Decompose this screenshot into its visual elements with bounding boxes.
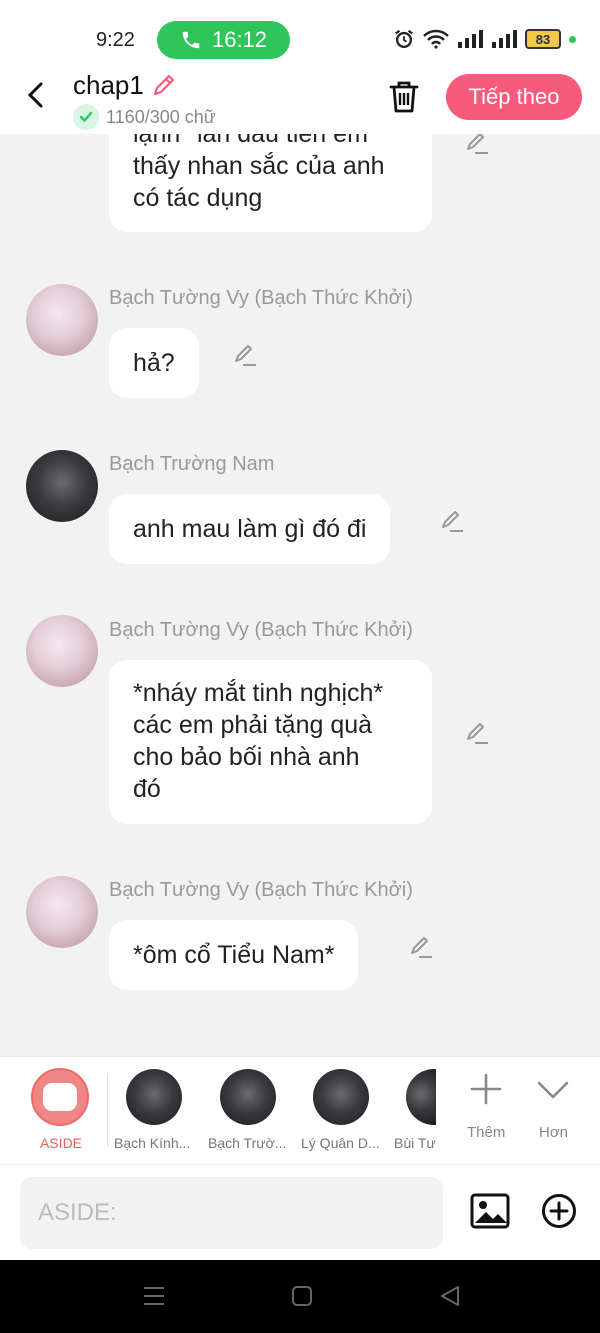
edit-message-icon[interactable]: [464, 720, 490, 746]
check-icon: [73, 104, 99, 130]
edit-message-icon[interactable]: [439, 508, 465, 534]
chevron-down-icon[interactable]: [535, 1071, 571, 1107]
next-button[interactable]: Tiếp theo: [446, 74, 582, 120]
word-count: 1160/300 chữ: [73, 104, 216, 130]
status-time: 9:22: [96, 29, 135, 51]
battery-indicator: 83: [525, 29, 561, 49]
character-name: Lý Quân D...: [301, 1135, 380, 1151]
more-label[interactable]: Hơn: [539, 1124, 568, 1141]
word-count-text: 1160/300 chữ: [106, 106, 216, 127]
avatar[interactable]: [26, 876, 98, 948]
character-avatar[interactable]: [313, 1069, 369, 1125]
edit-message-icon[interactable]: [232, 342, 258, 368]
privacy-dot: [569, 35, 576, 43]
character-avatar[interactable]: [220, 1069, 276, 1125]
title-row: chap1: [73, 70, 178, 101]
divider: [107, 1075, 108, 1147]
message-line: *nháy mắt tinh nghịch*: [133, 679, 384, 707]
wifi-icon: [423, 29, 449, 49]
system-navigation-bar: [0, 1260, 600, 1333]
phone-icon: [182, 31, 200, 49]
message-line: *ôm cổ Tiểu Nam*: [133, 941, 335, 969]
back-icon[interactable]: [22, 80, 52, 110]
sender-name: Bạch Tường Vy (Bạch Thức Khởi): [109, 879, 413, 901]
message-line: các em phải tặng quà: [133, 711, 373, 739]
message-bubble[interactable]: *ôm cổ Tiểu Nam*: [109, 920, 359, 990]
input-row: [0, 1164, 600, 1260]
message-bubble[interactable]: hả?: [109, 328, 199, 398]
call-timer: 16:12: [211, 27, 268, 52]
add-character-icon[interactable]: [468, 1071, 504, 1107]
chapter-header: chap1 1160/300 chữ Tiếp theo: [0, 68, 600, 134]
message-line: anh mau làm gì đó đi: [133, 515, 367, 543]
message-line: có tác dụng: [133, 184, 263, 212]
chapter-title[interactable]: chap1: [73, 70, 144, 101]
back-nav-icon[interactable]: [439, 1284, 461, 1308]
add-icon[interactable]: [541, 1193, 577, 1229]
home-icon[interactable]: [291, 1284, 313, 1308]
message-line: đó: [133, 775, 161, 803]
message-line: thấy nhan sắc của anh: [133, 152, 385, 180]
message-line: lạnh* lần đầu tiên em: [133, 134, 368, 148]
add-character-label[interactable]: Thêm: [467, 1124, 505, 1141]
character-name: Bùi Tư: [394, 1135, 436, 1151]
status-icons: 83: [393, 28, 576, 50]
character-avatar[interactable]: [406, 1069, 436, 1125]
sender-name: Bạch Tường Vy (Bạch Thức Khởi): [109, 287, 413, 309]
signal-icon-2: [492, 30, 517, 48]
message-line: hả?: [133, 349, 175, 377]
edit-message-icon[interactable]: [408, 934, 434, 960]
avatar[interactable]: [26, 450, 98, 522]
character-name: Bạch Trườ...: [208, 1135, 287, 1151]
aside-label: ASIDE: [40, 1135, 83, 1151]
sender-name: Bạch Trường Nam: [109, 453, 275, 475]
aside-icon: [43, 1083, 77, 1111]
avatar[interactable]: [26, 615, 98, 687]
character-avatar[interactable]: [126, 1069, 182, 1125]
message-bubble[interactable]: anh mau làm gì đó đi: [109, 494, 391, 564]
signal-icon-1: [458, 30, 483, 48]
message-line: cho bảo bối nhà anh: [133, 743, 360, 771]
menu-icon[interactable]: [143, 1284, 165, 1308]
status-bar: 9:22 16:12 83: [0, 0, 600, 78]
message-bubble[interactable]: *nháy mắt tinh nghịch* các em phải tặng …: [109, 660, 432, 824]
trash-icon[interactable]: [387, 78, 421, 114]
character-name: Bạch Kính...: [114, 1135, 191, 1151]
avatar[interactable]: [26, 284, 98, 356]
character-bar: ASIDE Bạch Kính... Bạch Trườ... Lý Quân …: [0, 1056, 600, 1164]
aside-button[interactable]: [31, 1068, 89, 1126]
sender-name: Bạch Tường Vy (Bạch Thức Khởi): [109, 619, 413, 641]
ongoing-call-pill[interactable]: 16:12: [157, 21, 290, 59]
message-bubble[interactable]: lạnh* lần đầu tiên em thấy nhan sắc của …: [109, 134, 432, 232]
chat-area[interactable]: lạnh* lần đầu tiên em thấy nhan sắc của …: [0, 134, 600, 1056]
edit-title-icon[interactable]: [150, 72, 178, 100]
edit-message-icon[interactable]: [464, 134, 490, 156]
message-input[interactable]: [20, 1177, 443, 1249]
alarm-icon: [395, 29, 413, 48]
image-icon[interactable]: [470, 1193, 510, 1229]
